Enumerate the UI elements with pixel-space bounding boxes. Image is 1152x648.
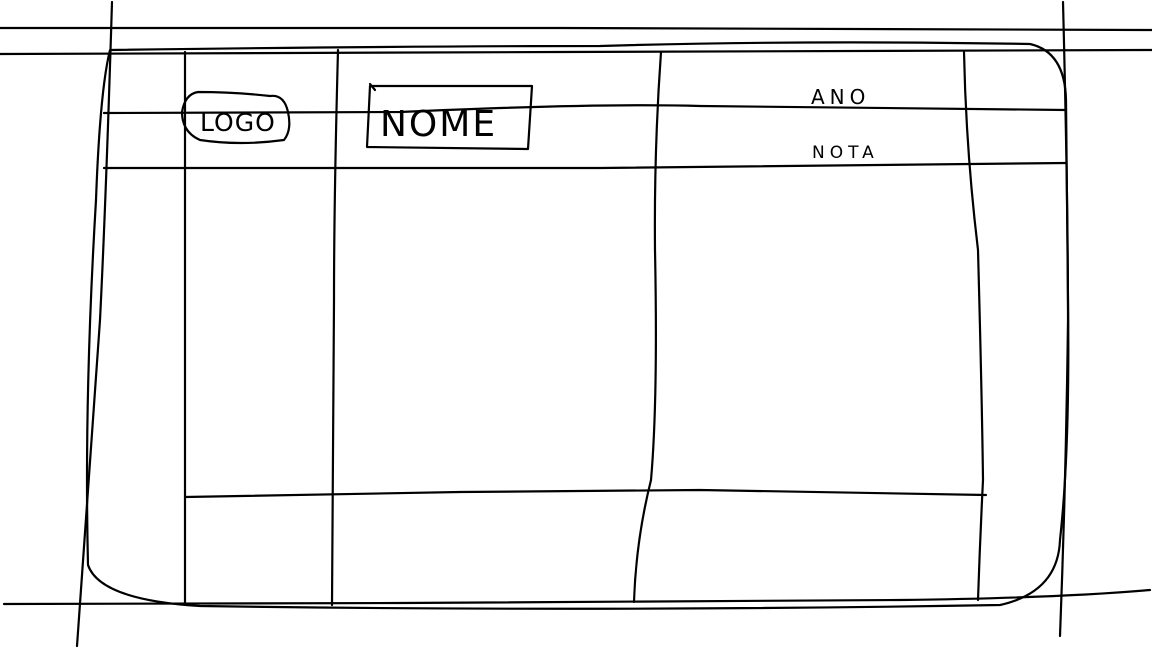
column-line-2 xyxy=(330,48,340,607)
logo-placeholder: LOGO xyxy=(180,90,291,145)
name-label: NOME xyxy=(380,104,497,145)
wireframe-sketch: LOGO NOME ANO NOTA xyxy=(0,0,1152,648)
column-line-3 xyxy=(632,50,663,604)
logo-label: LOGO xyxy=(200,108,276,137)
guide-top-line-2 xyxy=(0,48,1152,56)
grade-label: NOTA xyxy=(812,143,879,163)
name-field: NOME xyxy=(365,82,534,151)
guide-top-line-1 xyxy=(0,26,1152,32)
column-dividers xyxy=(183,48,985,607)
year-label: ANO xyxy=(811,85,870,109)
guide-left-line xyxy=(75,0,114,648)
footer-row-line xyxy=(183,488,988,499)
row-dividers xyxy=(102,104,1068,499)
column-line-4 xyxy=(962,50,985,602)
header-bottom-line xyxy=(102,161,1068,170)
